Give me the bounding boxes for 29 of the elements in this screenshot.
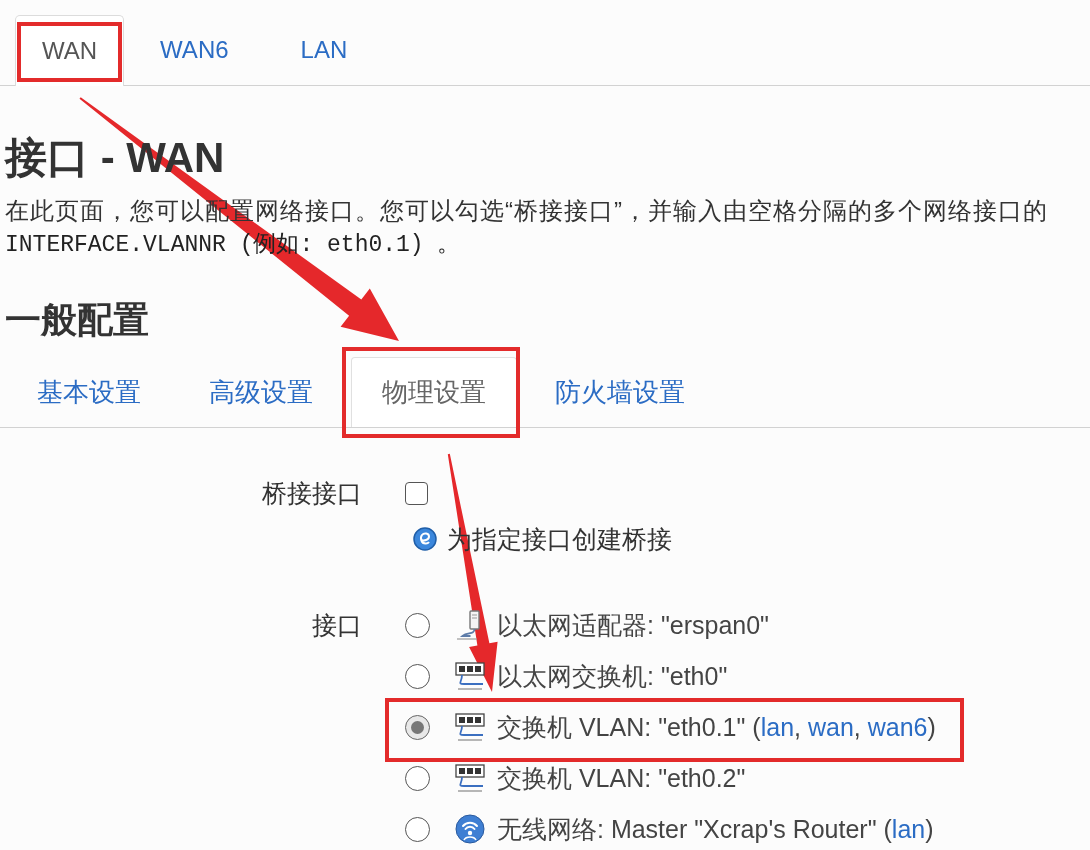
radio-button[interactable]	[405, 663, 430, 689]
field-label: 桥接接口	[262, 478, 362, 509]
wireless-globe-icon	[455, 814, 485, 844]
tab[interactable]: LAN	[264, 15, 384, 84]
radio-button[interactable]	[405, 714, 430, 740]
network-switch-icon	[455, 712, 485, 742]
tab[interactable]: 基本设置	[7, 357, 171, 427]
swirl-icon	[413, 527, 437, 551]
tab[interactable]: 防火墙设置	[525, 357, 715, 427]
tab[interactable]: WAN6	[124, 15, 265, 84]
network-link[interactable]: wan6	[867, 713, 928, 741]
option-label: 以太网交换机: "eth0"	[497, 661, 728, 692]
network-switch-icon	[455, 763, 485, 793]
field-label: 接口	[312, 610, 362, 641]
radio-button[interactable]	[405, 612, 430, 638]
option-label: 以太网适配器: "erspan0"	[497, 610, 769, 641]
option-label: 交换机 VLAN: "eth0.2"	[497, 763, 746, 794]
tab[interactable]: 物理设置	[351, 357, 517, 427]
section-title: 一般配置	[4, 298, 149, 342]
option-label: 无线网络: Master "Xcrap's Router" (lan)	[497, 814, 934, 845]
option-label: 交换机 VLAN: "eth0.1" (lan, wan, wan6)	[497, 712, 936, 743]
network-link[interactable]: lan	[891, 815, 926, 843]
network-link[interactable]: wan	[807, 713, 854, 741]
checkbox[interactable]	[405, 481, 428, 505]
radio-button[interactable]	[405, 816, 430, 842]
network-switch-icon	[455, 661, 485, 691]
network-link[interactable]: lan	[760, 713, 795, 741]
tab[interactable]: 高级设置	[179, 357, 343, 427]
radio-button[interactable]	[405, 765, 430, 791]
